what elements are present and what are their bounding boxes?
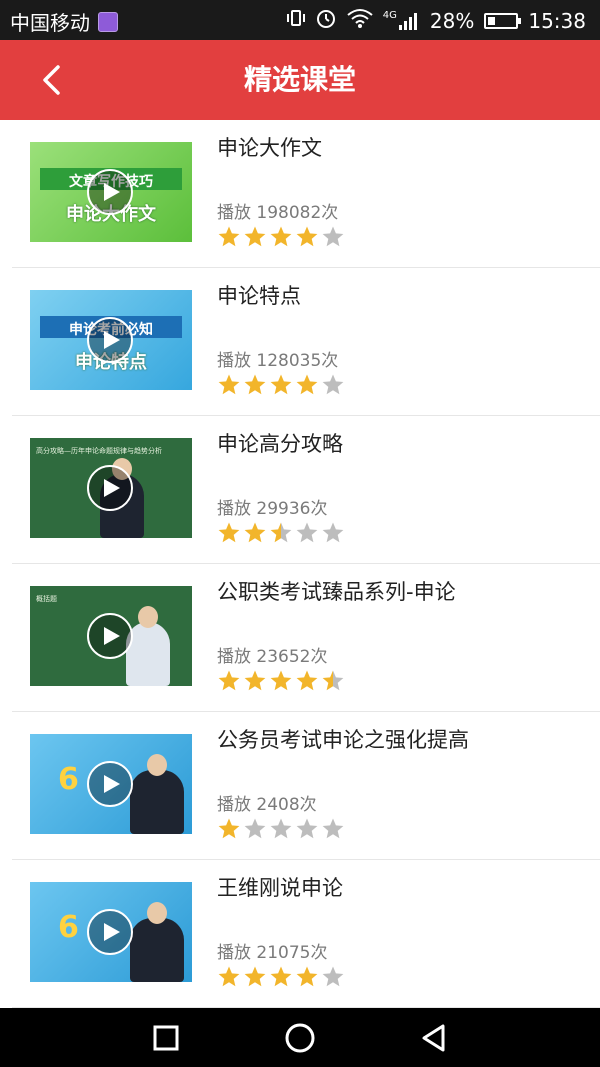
star-empty-icon (322, 522, 344, 543)
course-title[interactable]: 申论大作文 (217, 132, 322, 162)
rating-stars (217, 373, 345, 397)
star-filled-icon (244, 226, 266, 247)
star-empty-icon (270, 818, 292, 839)
star-filled-icon (296, 374, 318, 395)
app-bar: 精选课堂 (0, 40, 600, 120)
course-thumbnail[interactable]: 6 (30, 882, 192, 982)
play-icon[interactable] (87, 317, 133, 363)
wifi-icon (347, 8, 373, 33)
back-button[interactable] (30, 58, 74, 102)
star-half-icon (322, 670, 344, 691)
star-filled-icon (296, 670, 318, 691)
course-list: 文章写作技巧 申论大作文 申论大作文播放 198082次申论考前必知 申论特点 申论特点… (0, 120, 600, 1008)
course-title[interactable]: 申论特点 (217, 280, 301, 310)
star-filled-icon (218, 522, 240, 543)
rating-stars (217, 965, 345, 989)
status-bar: 中国移动 4G 28% 15:38 (0, 0, 600, 40)
presenter-figure (130, 754, 184, 834)
presenter-figure (130, 902, 184, 982)
course-thumbnail[interactable]: 文章写作技巧 申论大作文 (30, 142, 192, 242)
star-empty-icon (296, 818, 318, 839)
course-item[interactable]: 申论考前必知 申论特点 申论特点播放 128035次 (12, 268, 600, 416)
star-empty-icon (322, 966, 344, 987)
course-title[interactable]: 公职类考试臻品系列-申论 (217, 576, 456, 606)
star-empty-icon (244, 818, 266, 839)
brand-logo-icon: 6 (58, 910, 79, 945)
battery-percent-label: 28% (429, 8, 475, 33)
recent-apps-icon (153, 1025, 179, 1051)
star-filled-icon (270, 374, 292, 395)
play-icon[interactable] (87, 909, 133, 955)
brand-logo-icon: 6 (58, 762, 79, 797)
star-filled-icon (296, 226, 318, 247)
play-icon[interactable] (87, 169, 133, 215)
play-count: 播放 2408次 (217, 795, 317, 815)
star-filled-icon (218, 670, 240, 691)
carrier-label: 中国移动 (10, 11, 90, 35)
star-empty-icon (296, 522, 318, 543)
star-filled-icon (296, 966, 318, 987)
play-icon[interactable] (87, 465, 133, 511)
star-empty-icon (322, 226, 344, 247)
course-item[interactable]: 6 公务员考试申论之强化提高播放 2408次 (12, 712, 600, 860)
course-title[interactable]: 王维刚说申论 (217, 872, 343, 902)
play-count: 播放 23652次 (217, 647, 328, 667)
star-filled-icon (218, 226, 240, 247)
play-count: 播放 29936次 (217, 499, 328, 519)
rating-stars (217, 669, 345, 693)
page-title: 精选课堂 (243, 63, 356, 96)
star-filled-icon (244, 522, 266, 543)
chevron-left-icon (43, 65, 60, 95)
rating-stars (217, 521, 345, 545)
battery-icon (484, 12, 522, 29)
alarm-icon (315, 7, 337, 34)
notification-icon (98, 11, 118, 32)
course-thumbnail[interactable]: 概括题 (30, 586, 192, 686)
course-thumbnail[interactable]: 申论考前必知 申论特点 (30, 290, 192, 390)
clock-label: 15:38 (528, 8, 586, 33)
network-type-label: 4G (382, 9, 397, 21)
home-button[interactable] (280, 1020, 320, 1056)
course-item[interactable]: 6 王维刚说申论播放 21075次 (12, 860, 600, 1008)
thumbnail-board-text: 概括题 (36, 595, 57, 603)
play-count: 播放 128035次 (217, 351, 339, 371)
play-count: 播放 21075次 (217, 943, 328, 963)
star-half-icon (270, 522, 292, 543)
home-icon (285, 1023, 315, 1053)
thumbnail-board-text: 高分攻略—历年申论命题规律与趋势分析 (36, 447, 162, 455)
star-filled-icon (270, 226, 292, 247)
course-item[interactable]: 文章写作技巧 申论大作文 申论大作文播放 198082次 (12, 120, 600, 268)
course-thumbnail[interactable]: 高分攻略—历年申论命题规律与趋势分析 (30, 438, 192, 538)
star-filled-icon (270, 966, 292, 987)
star-filled-icon (244, 966, 266, 987)
star-filled-icon (244, 374, 266, 395)
play-icon[interactable] (87, 761, 133, 807)
course-title[interactable]: 公务员考试申论之强化提高 (217, 724, 469, 754)
rating-stars (217, 225, 345, 249)
star-filled-icon (218, 374, 240, 395)
navigation-bar (0, 1008, 600, 1067)
back-icon (422, 1024, 445, 1052)
play-icon[interactable] (87, 613, 133, 659)
course-item[interactable]: 高分攻略—历年申论命题规律与趋势分析 申论高分攻略播放 29936次 (12, 416, 600, 564)
course-item[interactable]: 概括题 公职类考试臻品系列-申论播放 23652次 (12, 564, 600, 712)
course-thumbnail[interactable]: 6 (30, 734, 192, 834)
star-filled-icon (218, 818, 240, 839)
rating-stars (217, 817, 345, 841)
system-back-button[interactable] (414, 1020, 454, 1056)
course-title[interactable]: 申论高分攻略 (217, 428, 343, 458)
vibrate-icon (286, 8, 305, 33)
star-filled-icon (270, 670, 292, 691)
star-empty-icon (322, 818, 344, 839)
star-filled-icon (218, 966, 240, 987)
play-count: 播放 198082次 (217, 203, 339, 223)
star-filled-icon (244, 670, 266, 691)
recent-apps-button[interactable] (146, 1020, 186, 1056)
star-empty-icon (322, 374, 344, 395)
signal-icon: 4G (382, 9, 420, 31)
